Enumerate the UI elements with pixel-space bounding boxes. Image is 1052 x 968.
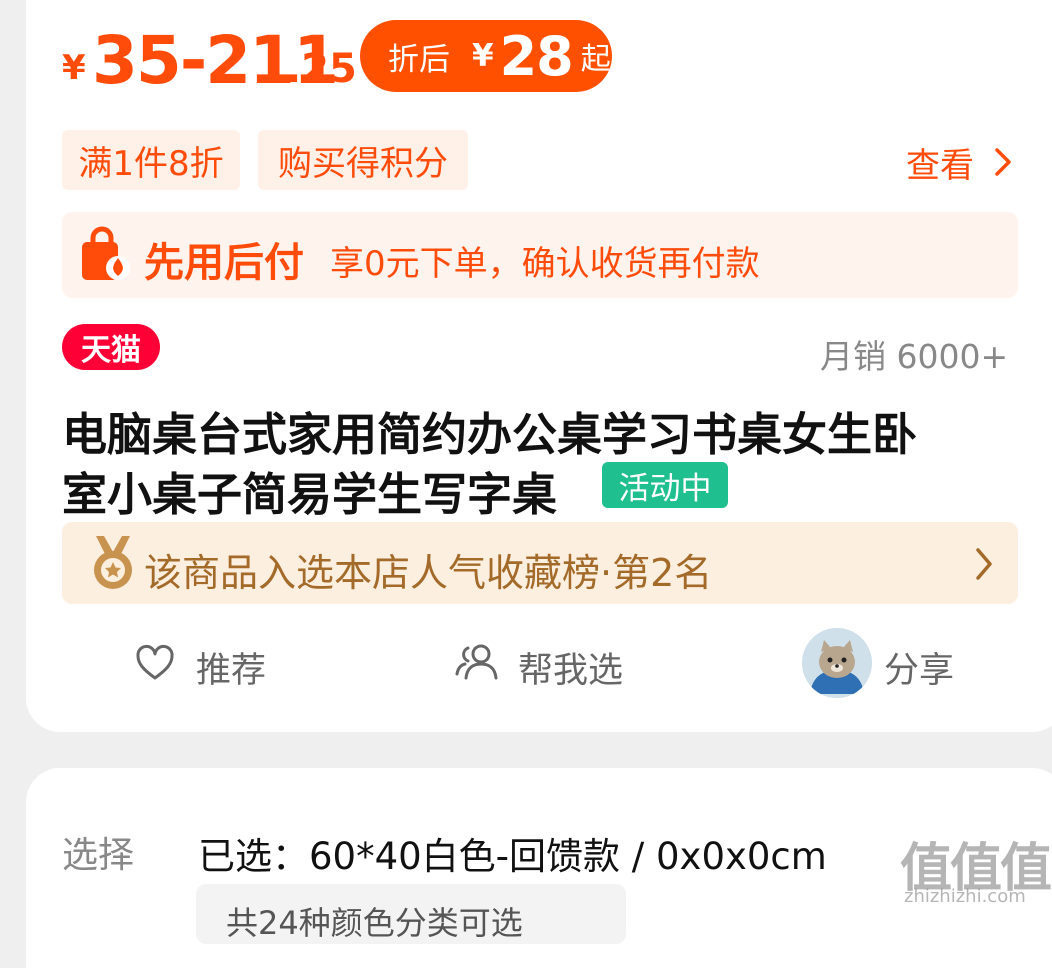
- users-icon[interactable]: [454, 642, 502, 686]
- options-count-chip[interactable]: 共24种颜色分类可选: [196, 884, 626, 944]
- help-choose-button[interactable]: 帮我选: [518, 642, 623, 693]
- discount-currency: ¥: [472, 38, 494, 74]
- medal-icon: [90, 534, 136, 596]
- pay-later-description: 享0元下单，确认收货再付款: [330, 244, 760, 284]
- chevron-right-icon[interactable]: [970, 544, 998, 588]
- product-title-line1: 电脑桌台式家用简约办公桌学习书桌女生卧: [62, 408, 918, 461]
- heart-icon[interactable]: [134, 642, 176, 688]
- monthly-sales: 月销 6000+: [820, 337, 1009, 376]
- price-decimal: .25: [286, 46, 357, 92]
- shopping-bag-icon: [78, 226, 132, 288]
- price-currency: ¥: [62, 48, 86, 88]
- watermark-url: zhizhizhi.com: [904, 886, 1026, 907]
- chevron-right-icon[interactable]: [990, 142, 1016, 186]
- activity-badge: 活动中: [602, 462, 728, 508]
- points-tag[interactable]: 购买得积分: [258, 130, 468, 190]
- discount-price-pill: 折后 ¥ 28 起: [360, 20, 612, 92]
- selected-variant[interactable]: 已选：60*40白色-回馈款 / 0x0x0cm: [198, 826, 827, 880]
- recommend-button[interactable]: 推荐: [196, 642, 266, 693]
- ranking-text: 该商品入选本店人气收藏榜·第2名: [144, 551, 713, 595]
- discount-amount: 28: [499, 24, 574, 88]
- discount-label: 折后: [388, 41, 450, 78]
- product-title-line2: 室小桌子简易学生写字桌: [62, 468, 558, 521]
- discount-suffix: 起: [580, 42, 611, 77]
- tmall-badge: 天猫: [62, 324, 160, 370]
- view-more-link[interactable]: 查看: [906, 138, 974, 187]
- share-button[interactable]: 分享: [884, 642, 954, 693]
- selection-label: 选择: [62, 835, 135, 876]
- avatar[interactable]: [802, 628, 872, 698]
- promo-tag[interactable]: 满1件8折: [62, 130, 240, 190]
- pay-later-title: 先用后付: [144, 240, 304, 286]
